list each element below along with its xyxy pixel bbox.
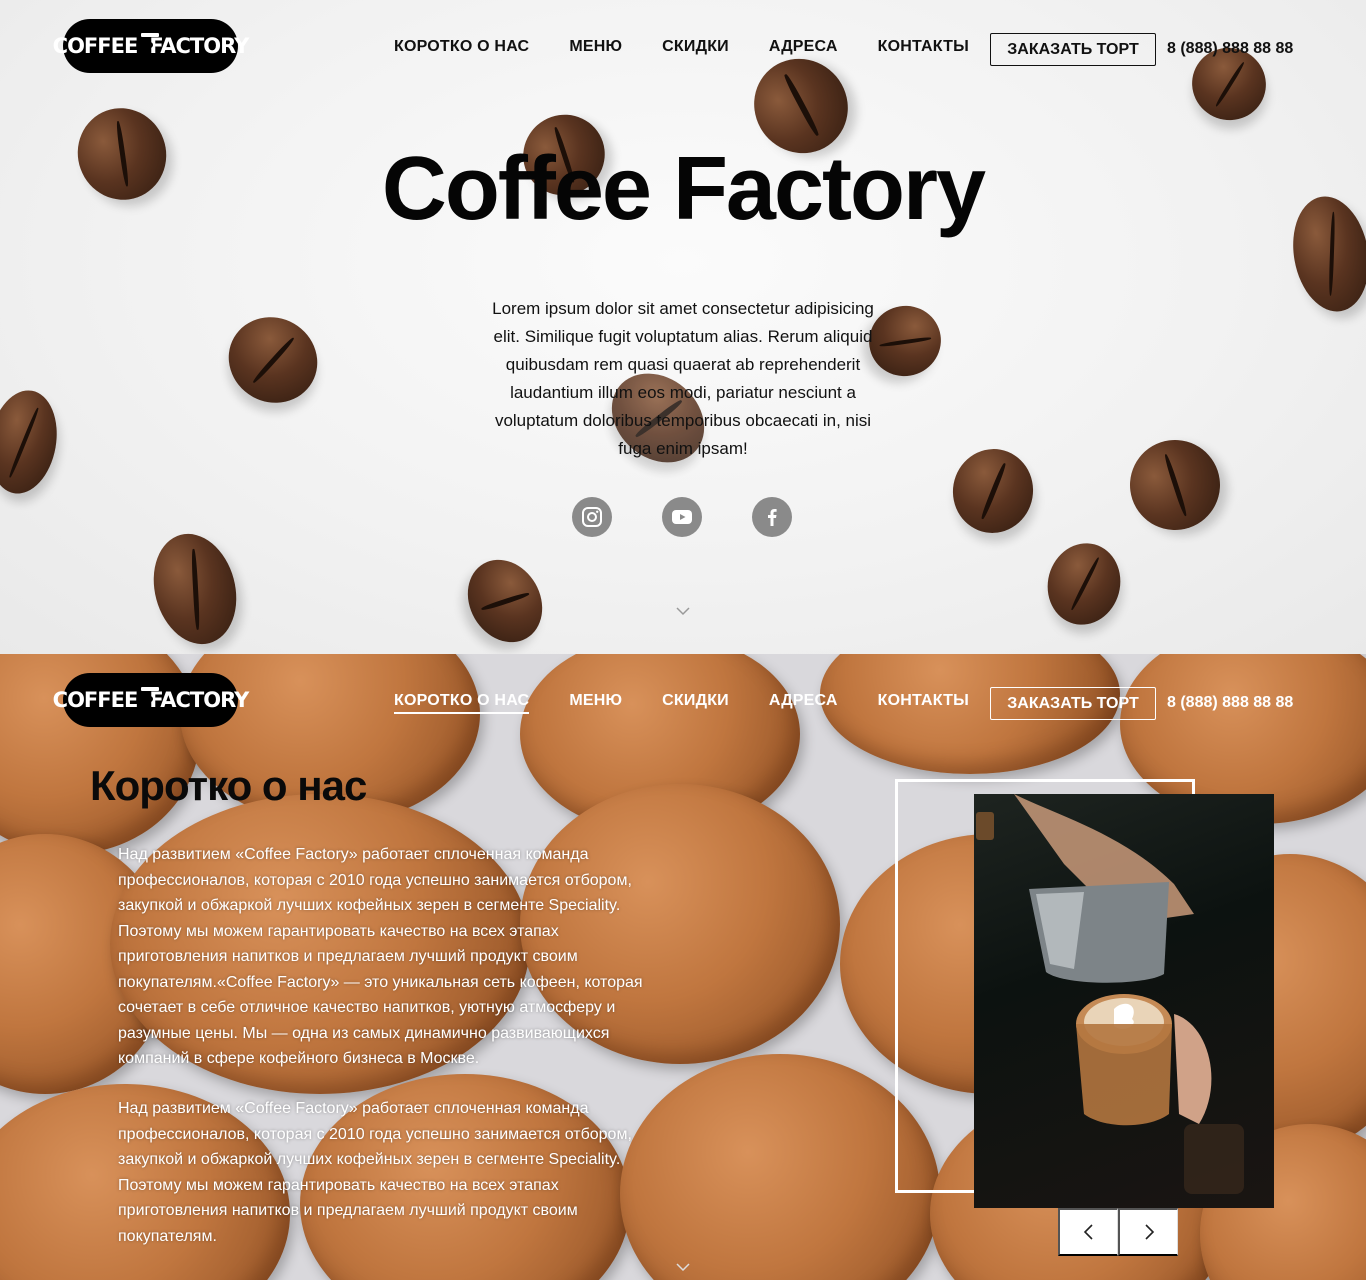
hero-description: Lorem ipsum dolor sit amet consectetur a…: [492, 299, 874, 458]
nav-item-addresses[interactable]: АДРЕСА: [769, 38, 838, 56]
coffee-bean-decoration: [1113, 423, 1237, 547]
about-title: Коротко о нас: [90, 762, 367, 809]
logo-text-right: FACTORY: [149, 34, 249, 58]
coffee-bean-decoration: [946, 442, 1040, 540]
social-links: [572, 497, 792, 537]
phone-link[interactable]: 8 (888) 888 88 88: [1167, 40, 1293, 58]
nav-item-menu[interactable]: МЕНЮ: [569, 692, 622, 714]
youtube-icon[interactable]: [662, 497, 702, 537]
latte-art-illustration: [976, 794, 1244, 1194]
slider-controls: [1058, 1208, 1178, 1256]
about-paragraph: Над развитием «Coffee Factory» работает …: [118, 846, 643, 1067]
coffee-bean-decoration: [213, 301, 333, 419]
nav-item-discounts[interactable]: СКИДКИ: [662, 692, 729, 714]
chevron-left-icon: [1083, 1224, 1093, 1240]
top-navbar: COFFEE FACTORY КОРОТКО О НАС МЕНЮ СКИДКИ…: [0, 0, 1366, 98]
nav-item-menu[interactable]: МЕНЮ: [569, 38, 622, 56]
nav-item-contacts[interactable]: КОНТАКТЫ: [878, 38, 969, 56]
nav-links: КОРОТКО О НАС МЕНЮ СКИДКИ АДРЕСА КОНТАКТ…: [394, 38, 1009, 56]
chevron-right-icon: [1144, 1224, 1154, 1240]
logo[interactable]: COFFEE FACTORY: [53, 673, 249, 727]
order-cake-button[interactable]: ЗАКАЗАТЬ ТОРТ: [990, 687, 1156, 720]
logo-text-left: COFFEE: [52, 34, 139, 58]
logo-text-right: FACTORY: [149, 688, 249, 712]
logo-text-left: COFFEE: [52, 688, 139, 712]
slider-next-button[interactable]: [1118, 1208, 1178, 1256]
coffee-bean-decoration: [141, 524, 249, 654]
slider-prev-button[interactable]: [1058, 1208, 1118, 1256]
phone-link[interactable]: 8 (888) 888 88 88: [1167, 694, 1293, 712]
order-cake-button[interactable]: ЗАКАЗАТЬ ТОРТ: [990, 33, 1156, 66]
hero-title: Coffee Factory: [381, 139, 986, 239]
about-section: COFFEE FACTORY КОРОТКО О НАС МЕНЮ СКИДКИ…: [0, 654, 1366, 1280]
coffee-bean-decoration: [1038, 535, 1130, 633]
facebook-icon[interactable]: [752, 497, 792, 537]
hero-section: COFFEE FACTORY КОРОТКО О НАС МЕНЮ СКИДКИ…: [0, 0, 1366, 654]
nav-item-about[interactable]: КОРОТКО О НАС: [394, 692, 530, 714]
chevron-down-icon[interactable]: [676, 1260, 690, 1274]
barista-latte-photo: [974, 794, 1274, 1208]
coffee-bean-decoration: [0, 385, 65, 499]
cookie-decoration: [620, 1054, 940, 1280]
nav-links: КОРОТКО О НАС МЕНЮ СКИДКИ АДРЕСА КОНТАКТ…: [394, 692, 1009, 714]
coffee-bean-decoration: [453, 546, 557, 654]
sticky-navbar: COFFEE FACTORY КОРОТКО О НАС МЕНЮ СКИДКИ…: [0, 654, 1366, 752]
nav-item-about[interactable]: КОРОТКО О НАС: [394, 38, 529, 56]
about-paragraph: Над развитием «Coffee Factory» работает …: [118, 1100, 632, 1245]
nav-item-contacts[interactable]: КОНТАКТЫ: [878, 692, 969, 714]
nav-item-addresses[interactable]: АДРЕСА: [769, 692, 838, 714]
instagram-icon[interactable]: [572, 497, 612, 537]
chevron-down-icon[interactable]: [676, 604, 690, 618]
nav-item-discounts[interactable]: СКИДКИ: [662, 38, 729, 56]
logo[interactable]: COFFEE FACTORY: [53, 19, 249, 73]
